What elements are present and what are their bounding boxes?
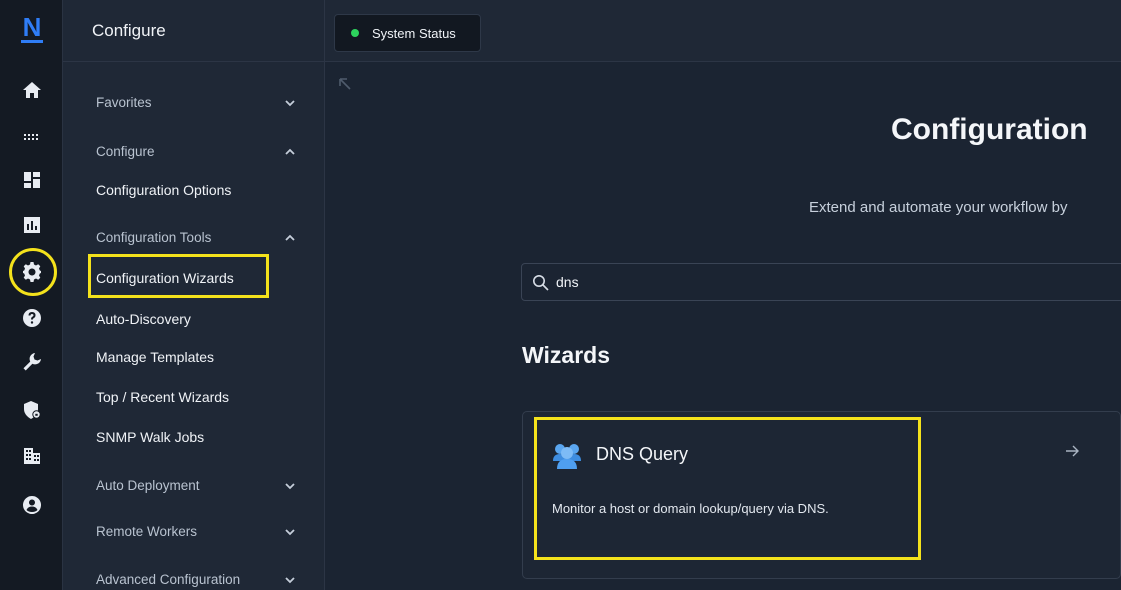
- nav-group-label: Remote Workers: [96, 524, 198, 539]
- nav-group-label: Auto Deployment: [96, 478, 200, 493]
- logo-letter: N: [22, 12, 42, 42]
- chevron-down-icon: [284, 526, 296, 538]
- nav-group-auto-deployment[interactable]: Auto Deployment: [96, 478, 296, 493]
- chevron-down-icon: [284, 480, 296, 492]
- chevron-down-icon: [284, 97, 296, 109]
- nav-group-favorites[interactable]: Favorites: [96, 95, 296, 110]
- nav-item-configuration-options[interactable]: Configuration Options: [96, 182, 231, 198]
- apps-grid-icon[interactable]: [20, 126, 44, 150]
- top-bar: System Status: [325, 0, 1121, 62]
- search-input[interactable]: [556, 274, 1056, 290]
- chevron-up-icon: [284, 146, 296, 158]
- reports-icon[interactable]: [20, 213, 44, 237]
- nav-item-snmp-walk-jobs[interactable]: SNMP Walk Jobs: [96, 429, 204, 445]
- user-icon[interactable]: [20, 493, 44, 517]
- nav-group-configure[interactable]: Configure: [96, 144, 296, 159]
- arrow-right-icon: [1065, 444, 1081, 460]
- dashboard-icon[interactable]: [20, 168, 44, 192]
- wrench-icon[interactable]: [20, 350, 44, 374]
- main-content: Configuration Extend and automate your w…: [325, 62, 1121, 590]
- app-logo[interactable]: N: [21, 12, 43, 43]
- nav-item-manage-templates[interactable]: Manage Templates: [96, 349, 214, 365]
- card-title: DNS Query: [596, 444, 689, 464]
- wizard-card-dns-query[interactable]: DNS Query Monitor a host or domain looku…: [522, 411, 1121, 579]
- page-title: Configuration: [891, 113, 1088, 146]
- dns-users-icon: [552, 441, 582, 469]
- nav-group-remote-workers[interactable]: Remote Workers: [96, 524, 296, 539]
- tab-label: System Status: [372, 25, 456, 41]
- nav-item-configuration-wizards[interactable]: Configuration Wizards: [96, 270, 234, 286]
- home-icon[interactable]: [20, 78, 44, 102]
- section-title-wizards: Wizards: [522, 342, 610, 368]
- shield-lock-icon[interactable]: [20, 398, 44, 422]
- nav-item-auto-discovery[interactable]: Auto-Discovery: [96, 311, 191, 327]
- search-field[interactable]: [521, 263, 1121, 301]
- nav-group-label: Configuration Tools: [96, 230, 212, 245]
- building-icon[interactable]: [20, 444, 44, 468]
- nav-group-configuration-tools[interactable]: Configuration Tools: [96, 230, 296, 245]
- status-dot: [351, 29, 359, 37]
- gear-icon[interactable]: [20, 260, 44, 284]
- chevron-down-icon: [284, 574, 296, 586]
- sidebar-title: Configure: [63, 0, 324, 62]
- search-icon: [533, 274, 549, 291]
- chevron-up-icon: [284, 232, 296, 244]
- card-description: Monitor a host or domain lookup/query vi…: [552, 501, 829, 516]
- nav-group-label: Favorites: [96, 95, 152, 110]
- nav-group-label: Advanced Configuration: [96, 572, 241, 587]
- help-icon[interactable]: [20, 306, 44, 330]
- collapse-arrow-icon[interactable]: [337, 76, 355, 94]
- page-subtitle: Extend and automate your workflow by: [809, 199, 1068, 216]
- sidebar: Configure Favorites Configure Configurat…: [63, 0, 325, 590]
- nav-group-label: Configure: [96, 144, 155, 159]
- tab-system-status[interactable]: System Status: [334, 14, 481, 52]
- nav-group-advanced-configuration[interactable]: Advanced Configuration: [96, 572, 296, 587]
- nav-item-top-recent-wizards[interactable]: Top / Recent Wizards: [96, 389, 229, 405]
- icon-rail: N: [0, 0, 63, 590]
